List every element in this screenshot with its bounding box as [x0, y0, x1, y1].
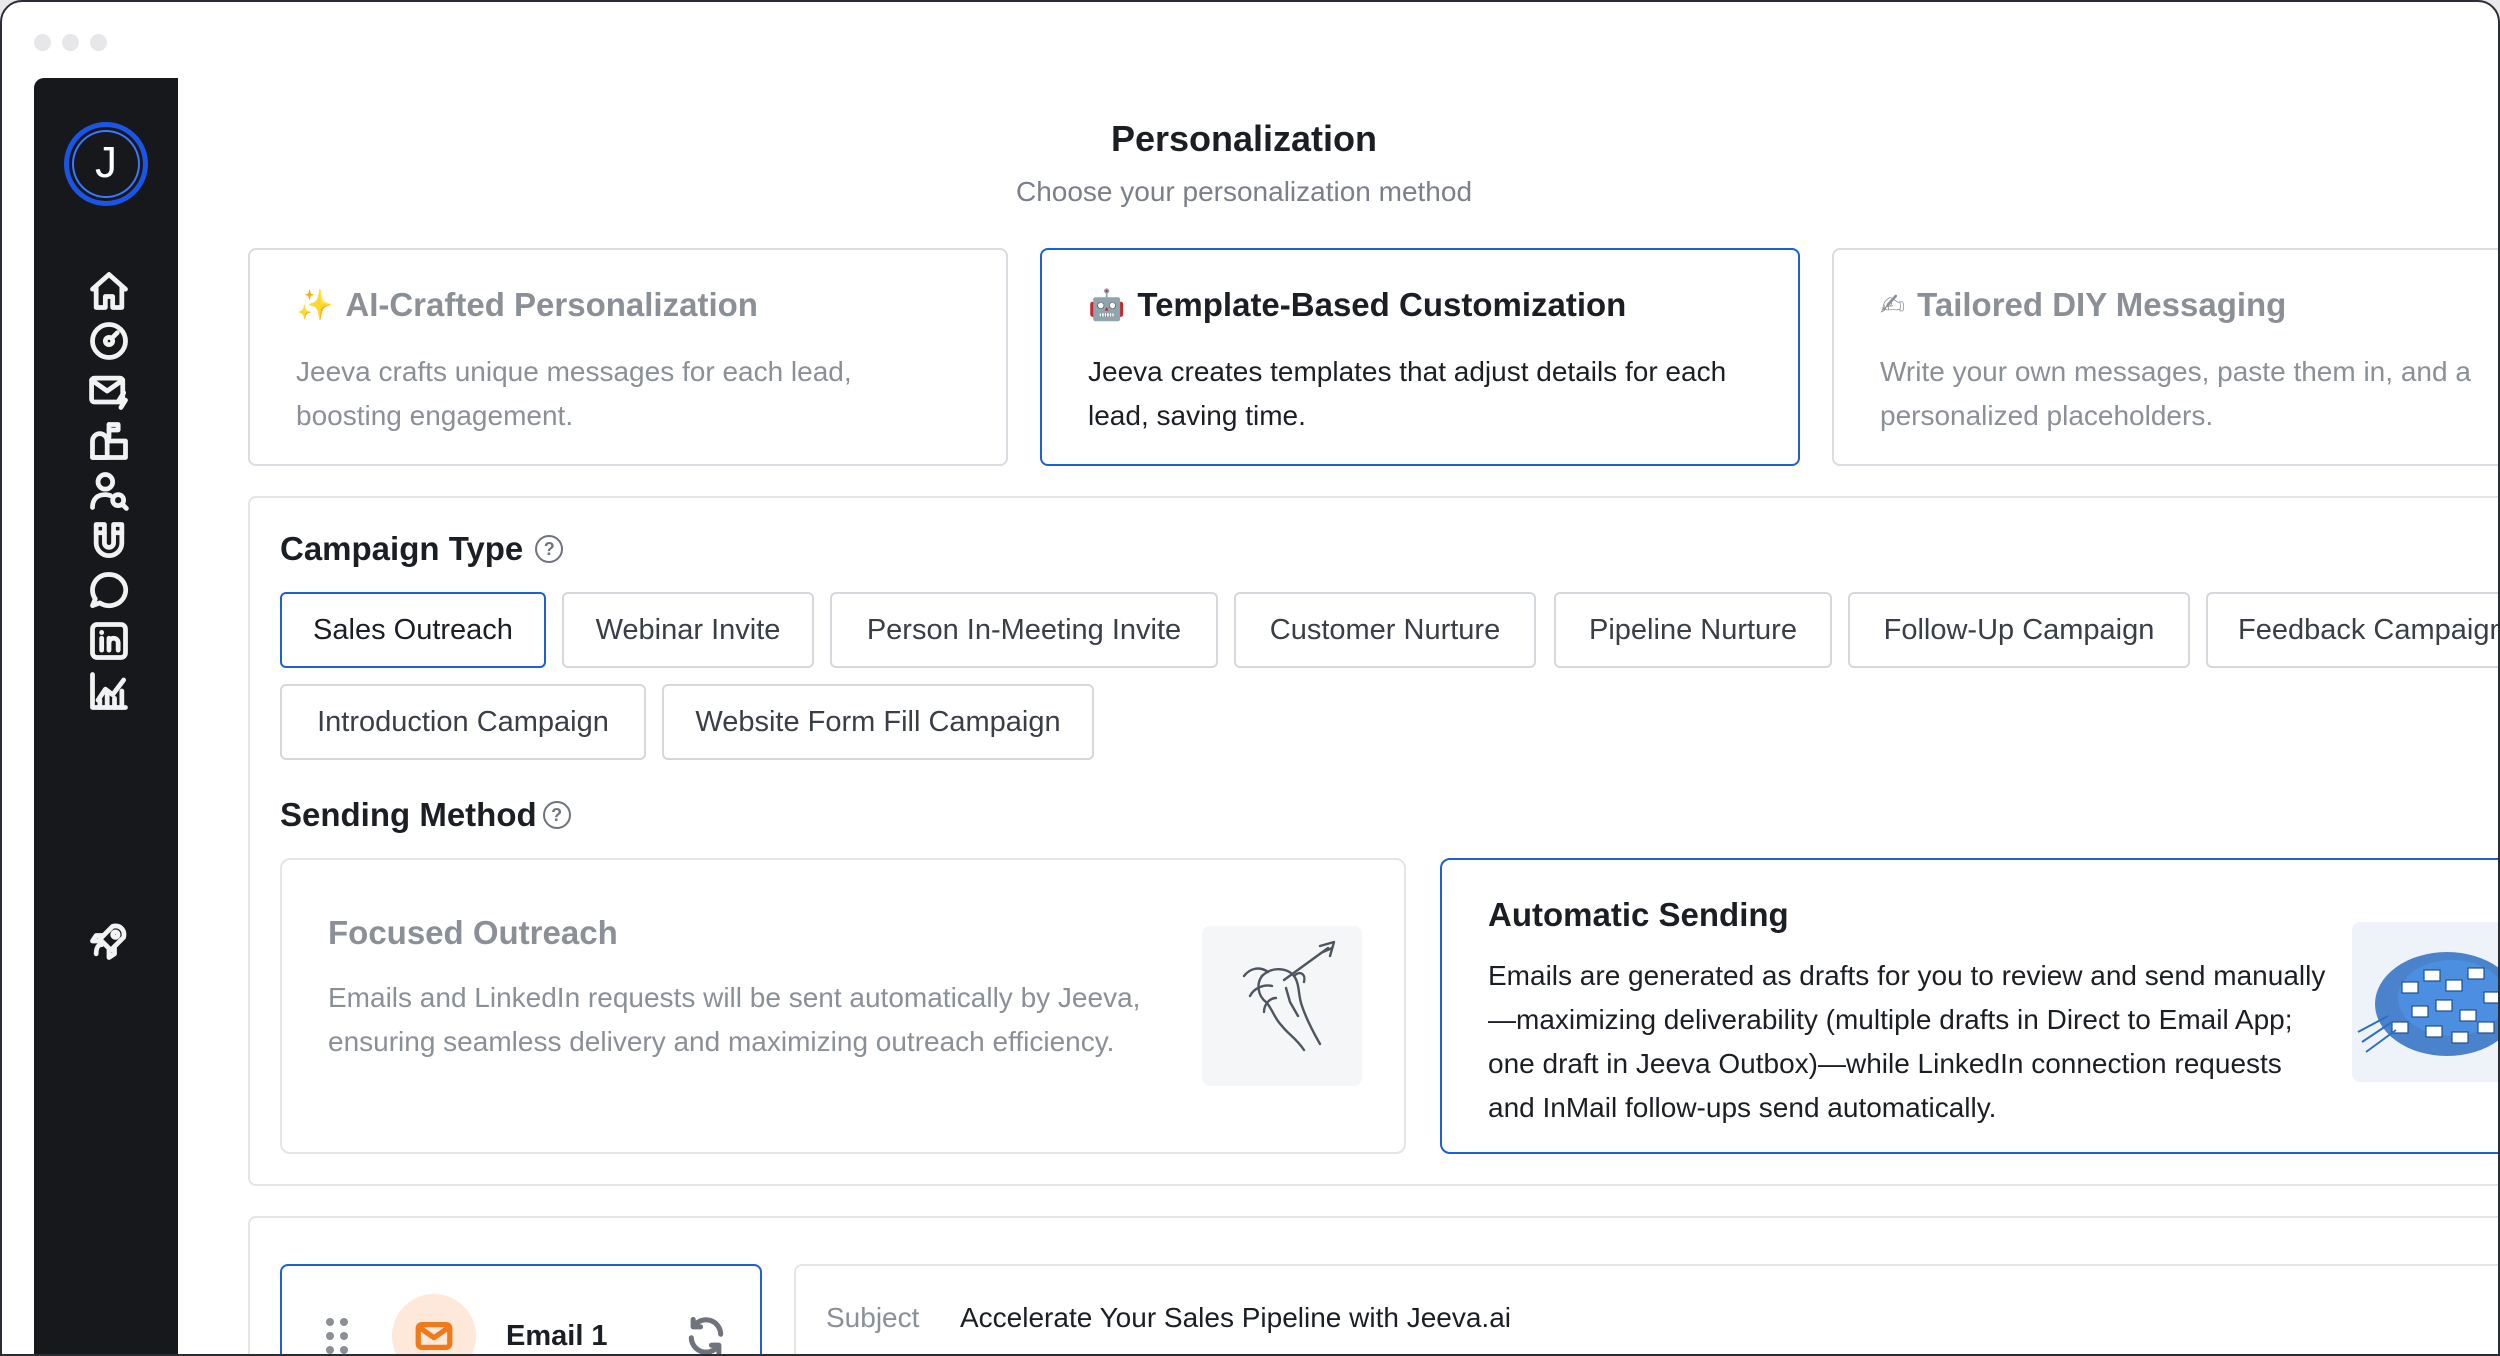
method-card-description: Jeeva crafts unique messages for each le…	[296, 356, 852, 431]
subject-label: Subject	[826, 1302, 920, 1333]
home-icon[interactable]	[86, 268, 132, 314]
sending-card-description: Emails are generated as drafts for you t…	[1488, 960, 2326, 1123]
email-swarm-illustration	[2352, 922, 2498, 1082]
method-card-title: ✨ AI-Crafted Personalization	[296, 286, 960, 324]
mailbox-icon[interactable]	[86, 418, 132, 464]
page-subtitle: Choose your personalization method	[1015, 176, 1473, 207]
sending-method-label: Sending Method ?	[280, 796, 571, 834]
sending-card-focused-outreach[interactable]: Focused Outreach Emails and LinkedIn req…	[280, 858, 1406, 1154]
chat-icon[interactable]	[86, 568, 132, 614]
method-card-title-text: AI-Crafted Personalization	[345, 286, 758, 323]
window-dot[interactable]	[34, 34, 51, 51]
method-card-ai-crafted[interactable]: ✨ AI-Crafted Personalization Jeeva craft…	[248, 248, 1008, 466]
refresh-icon[interactable]	[684, 1314, 728, 1354]
mail-icon	[392, 1294, 476, 1354]
window-dot[interactable]	[62, 34, 79, 51]
user-search-icon[interactable]	[86, 468, 132, 514]
help-icon[interactable]: ?	[535, 535, 564, 563]
campaign-chip-introduction[interactable]: Introduction Campaign	[280, 684, 646, 760]
page-title: Personalization	[1110, 118, 1378, 159]
method-card-title-text: Template-Based Customization	[1137, 286, 1627, 323]
robot-icon: 🤖	[1088, 287, 1126, 323]
dashboard-icon[interactable]	[86, 318, 132, 364]
subject-input[interactable]: Accelerate Your Sales Pipeline with Jeev…	[960, 1302, 1511, 1334]
campaign-chip-webinar-invite[interactable]: Webinar Invite	[562, 592, 814, 668]
method-card-diy[interactable]: ✍ Tailored DIY Messaging Write your own …	[1832, 248, 2498, 466]
method-card-template-based[interactable]: 🤖 Template-Based Customization Jeeva cre…	[1040, 248, 1800, 466]
campaign-chip-pipeline-nurture[interactable]: Pipeline Nurture	[1554, 592, 1832, 668]
linkedin-icon[interactable]	[86, 618, 132, 664]
sending-method-label-text: Sending Method	[280, 796, 537, 833]
app-window: J Personalization Choose your personaliz…	[0, 0, 2500, 1356]
email-step-label: Email 1	[506, 1320, 608, 1352]
campaign-type-label: Campaign Type ?	[280, 530, 564, 568]
subject-editor: Subject Accelerate Your Sales Pipeline w…	[794, 1264, 2498, 1354]
hand-dart-illustration	[1202, 926, 1362, 1086]
sparkles-icon: ✨	[296, 287, 334, 323]
method-card-title: 🤖 Template-Based Customization	[1088, 286, 1752, 324]
sending-card-title: Automatic Sending	[1488, 896, 1789, 933]
mail-bolt-icon[interactable]	[86, 368, 132, 414]
method-card-title-text: Tailored DIY Messaging	[1917, 286, 2287, 323]
magnet-icon[interactable]	[86, 518, 132, 564]
method-card-description: Write your own messages, paste them in, …	[1880, 356, 2471, 431]
writing-hand-icon: ✍	[1880, 287, 1906, 323]
campaign-chip-customer-nurture[interactable]: Customer Nurture	[1234, 592, 1536, 668]
sidebar: J	[34, 78, 178, 1354]
analytics-icon[interactable]	[86, 668, 132, 714]
email-step-card[interactable]: Email 1	[280, 1264, 762, 1354]
campaign-chip-website-form-fill[interactable]: Website Form Fill Campaign	[662, 684, 1094, 760]
campaign-chip-follow-up[interactable]: Follow-Up Campaign	[1848, 592, 2190, 668]
window-dot[interactable]	[90, 34, 107, 51]
campaign-type-label-text: Campaign Type	[280, 530, 524, 567]
sending-card-automatic-sending[interactable]: Automatic Sending Emails are generated a…	[1440, 858, 2498, 1154]
campaign-chip-person-in-meeting[interactable]: Person In-Meeting Invite	[830, 592, 1218, 668]
window-controls	[34, 34, 107, 51]
help-icon[interactable]: ?	[542, 801, 571, 829]
method-card-description: Jeeva creates templates that adjust deta…	[1088, 356, 1727, 431]
campaign-chip-sales-outreach[interactable]: Sales Outreach	[280, 592, 546, 668]
rocket-icon[interactable]	[86, 918, 132, 964]
campaign-chip-feedback[interactable]: Feedback Campaign	[2206, 592, 2498, 668]
method-card-title: ✍ Tailored DIY Messaging	[1880, 286, 2498, 324]
drag-handle-icon[interactable]	[326, 1318, 350, 1354]
sending-card-description: Emails and LinkedIn requests will be sen…	[328, 982, 1141, 1057]
